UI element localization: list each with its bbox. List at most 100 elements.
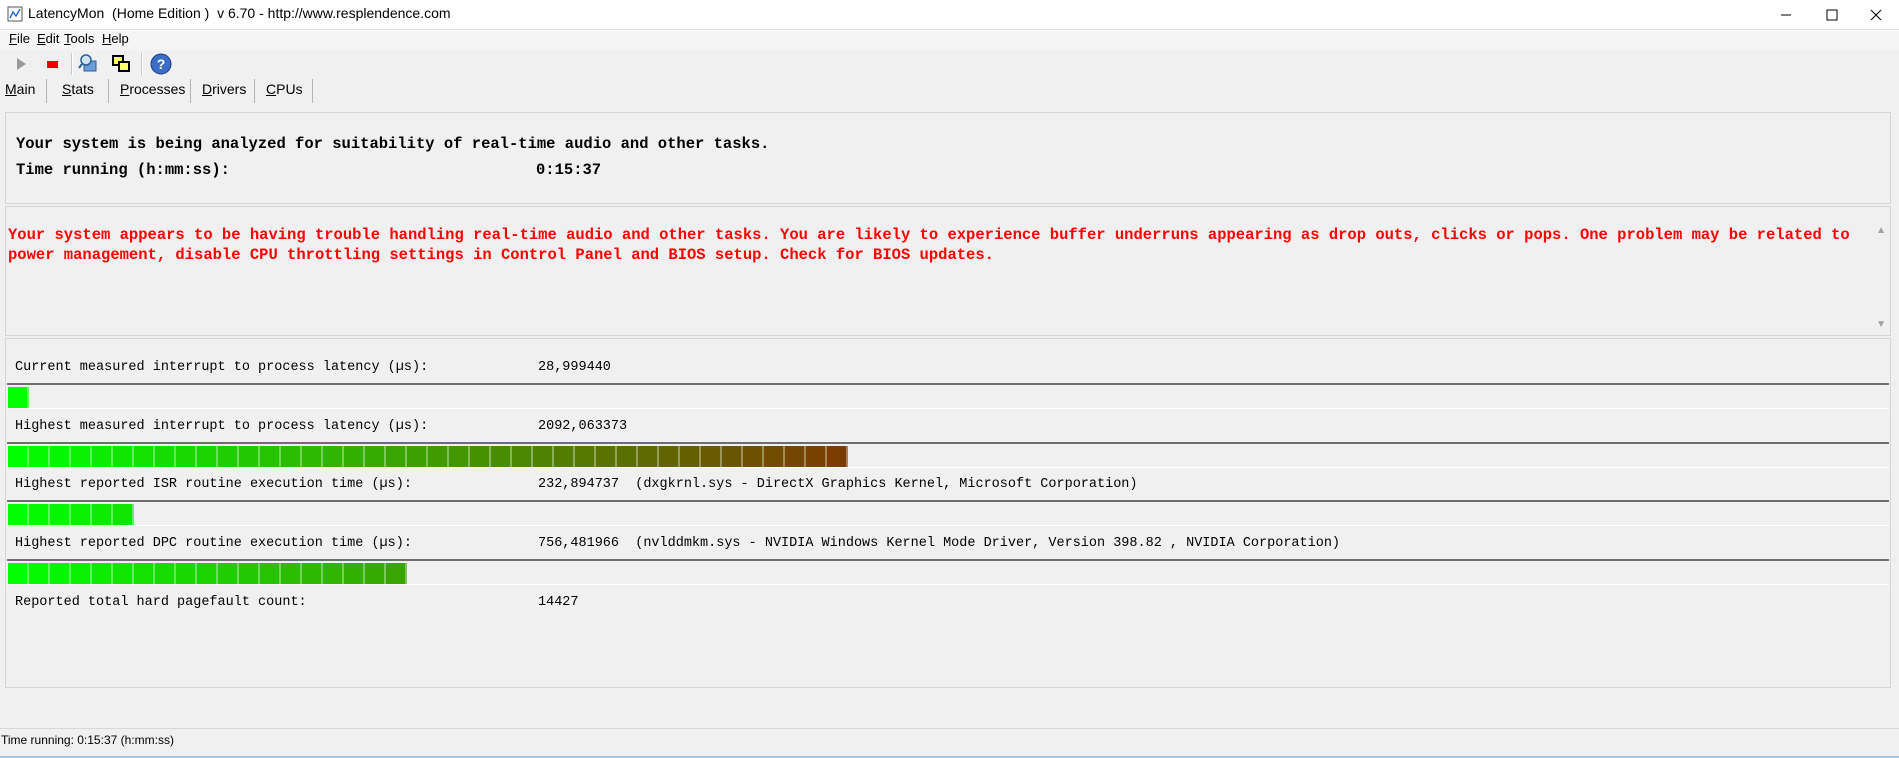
analysis-text: Your system is being analyzed for suitab… [16, 135, 770, 153]
bar-segment [659, 446, 680, 467]
tab-separator [108, 79, 109, 103]
bar-segment [533, 446, 554, 467]
bar-segment [302, 563, 323, 584]
minimize-icon [1781, 14, 1791, 15]
bar-segment [386, 446, 407, 467]
bar-segment [491, 446, 512, 467]
bar-segment [176, 563, 197, 584]
bar-segment [512, 446, 533, 467]
stop-button[interactable] [40, 52, 64, 76]
bar-segment [743, 446, 764, 467]
close-button[interactable] [1853, 0, 1899, 29]
scroll-down-icon[interactable]: ▼ [1876, 319, 1886, 330]
driver-search-icon [78, 54, 97, 72]
bar-segment [701, 446, 722, 467]
metric-value-highest-latency: 2092,063373 [538, 419, 628, 434]
bar-segment [197, 563, 218, 584]
bar-segment [197, 446, 218, 467]
bar-segment [8, 387, 29, 408]
time-running-value: 0:15:37 [536, 161, 602, 179]
bar-segment [113, 563, 134, 584]
title-bar: LatencyMon (Home Edition ) v 6.70 - http… [0, 0, 1899, 29]
window-title: LatencyMon (Home Edition ) v 6.70 - http… [28, 5, 451, 21]
conclusion-message: Your system appears to be having trouble… [8, 226, 1850, 264]
bar-segment [50, 446, 71, 467]
bar-segment [92, 504, 113, 525]
maximize-button[interactable] [1809, 0, 1855, 29]
menu-edit[interactable]: Edit [37, 31, 59, 46]
bar-segment [71, 446, 92, 467]
metric-value-current-latency: 28,999440 [538, 360, 611, 375]
bar-highest-isr [7, 500, 1889, 526]
tab-separator [190, 79, 191, 103]
metric-label-highest-latency: Highest measured interrupt to process la… [15, 419, 429, 434]
bar-segment [218, 446, 239, 467]
bar-segment [134, 446, 155, 467]
driver-search-button[interactable] [77, 52, 101, 76]
metric-label-pagefault-count: Reported total hard pagefault count: [15, 595, 307, 610]
time-running-label: Time running (h:mm:ss): [16, 161, 230, 179]
windows-icon [112, 55, 130, 72]
bar-segment [281, 563, 302, 584]
menu-help[interactable]: Help [102, 31, 129, 46]
bar-segment [281, 446, 302, 467]
bar-highest-latency [7, 442, 1889, 468]
bar-segment [71, 563, 92, 584]
menu-bar: File Edit Tools Help [0, 29, 1899, 50]
bar-segment [29, 504, 50, 525]
stop-icon [47, 61, 58, 68]
bar-segment [8, 504, 29, 525]
tab-stats[interactable]: Stats [58, 81, 98, 97]
minimize-button[interactable] [1763, 0, 1809, 29]
metric-value-highest-isr: 232,894737 (dxgkrnl.sys - DirectX Graphi… [538, 477, 1138, 492]
tab-drivers[interactable]: Drivers [198, 81, 250, 97]
bar-segment [407, 446, 428, 467]
menu-tools[interactable]: Tools [64, 31, 94, 46]
bar-segment [8, 563, 29, 584]
toolbar-separator [141, 53, 143, 75]
bar-segment [260, 446, 281, 467]
app-icon [7, 6, 23, 22]
toolbar: ? [0, 49, 1899, 77]
bar-segment [155, 446, 176, 467]
help-icon: ? [150, 53, 172, 75]
bar-segment [113, 504, 134, 525]
help-button[interactable]: ? [149, 52, 173, 76]
bar-segment [554, 446, 575, 467]
bar-segment [470, 446, 491, 467]
tab-separator [46, 79, 47, 103]
tab-main[interactable]: Main [1, 81, 39, 97]
scroll-up-icon[interactable]: ▲ [1876, 225, 1886, 236]
metric-value-pagefault-count: 14427 [538, 595, 579, 610]
bar-segment [260, 563, 281, 584]
bar-segment [638, 446, 659, 467]
bar-segment [239, 563, 260, 584]
tab-processes[interactable]: Processes [116, 81, 189, 97]
bar-segment [764, 446, 785, 467]
bar-segment [113, 446, 134, 467]
bar-segment [428, 446, 449, 467]
status-bar-text: Time running: 0:15:37 (h:mm:ss) [1, 733, 174, 747]
tab-cpus[interactable]: CPUs [262, 81, 307, 97]
bar-current-latency [7, 383, 1889, 409]
analysis-panel: Your system is being analyzed for suitab… [5, 112, 1891, 204]
start-button[interactable] [9, 52, 33, 76]
bar-segment [449, 446, 470, 467]
bar-segment [134, 563, 155, 584]
bar-segment [806, 446, 827, 467]
metrics-panel: Current measured interrupt to process la… [5, 338, 1891, 688]
svg-text:?: ? [157, 56, 166, 72]
bar-highest-dpc [7, 559, 1889, 585]
menu-file[interactable]: File [9, 31, 30, 46]
maximize-icon [1826, 9, 1838, 20]
status-bar: Time running: 0:15:37 (h:mm:ss) [0, 728, 1899, 758]
bar-segment [344, 563, 365, 584]
bar-segment [239, 446, 260, 467]
bar-segment [575, 446, 596, 467]
bar-segment [29, 446, 50, 467]
windows-button[interactable] [109, 52, 133, 76]
bar-segment [386, 563, 407, 584]
bar-segment [71, 504, 92, 525]
bar-segment [92, 563, 113, 584]
bar-segment [8, 446, 29, 467]
